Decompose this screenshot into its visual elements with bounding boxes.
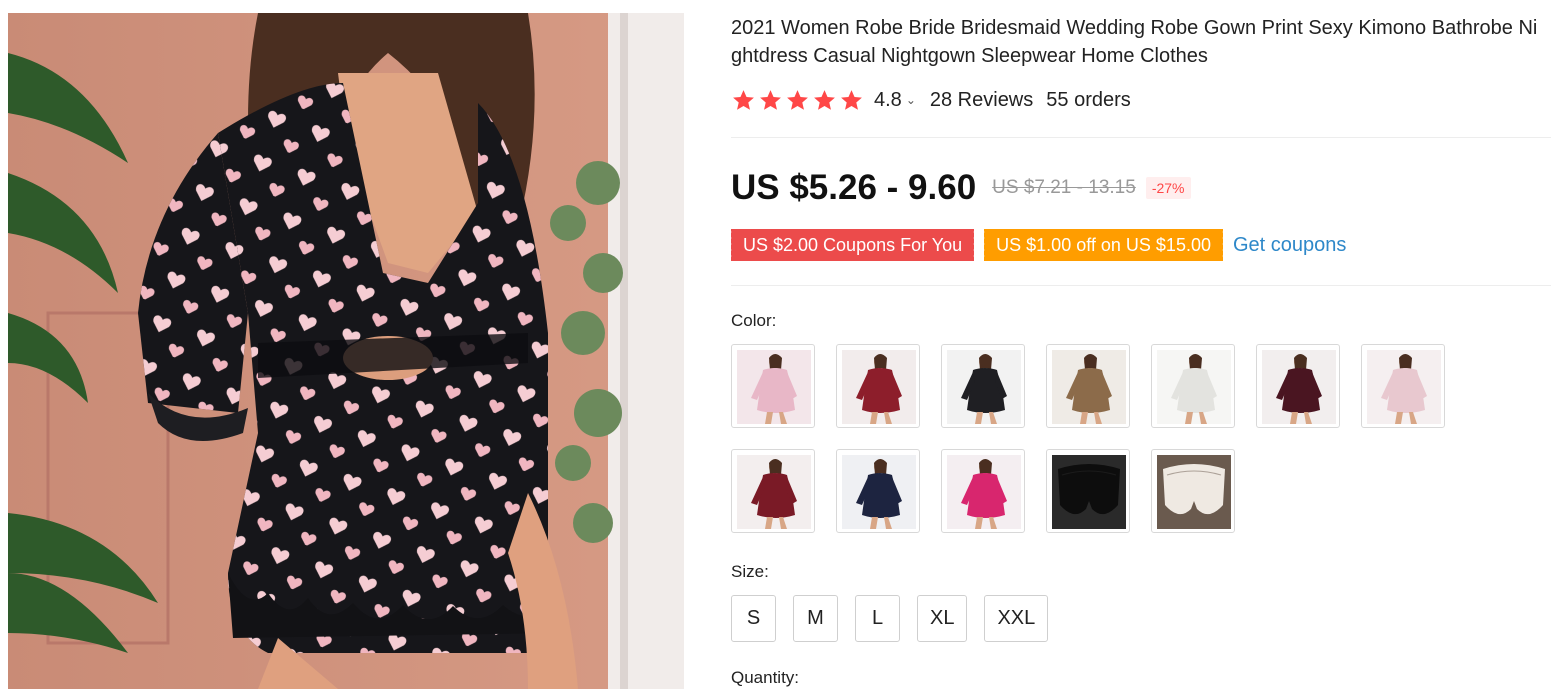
color-swatch-wine-red-robe[interactable] (731, 449, 815, 533)
select-coupon-tag[interactable]: US $1.00 off on US $15.00 (982, 229, 1225, 261)
chevron-down-icon[interactable]: ⌄ (906, 93, 916, 107)
swatch-thumbnail (842, 350, 916, 424)
color-swatch-navy-robe[interactable] (836, 449, 920, 533)
size-option-l[interactable]: L (855, 595, 900, 642)
current-price: US $5.26 - 9.60 (731, 168, 977, 207)
star-icon (760, 89, 781, 110)
price-row: US $5.26 - 9.60 US $7.21 - 13.15 -27% (731, 166, 1191, 210)
divider (731, 285, 1551, 286)
store-coupon-tag[interactable]: US $2.00 Coupons For You (728, 229, 977, 261)
swatch-thumbnail (947, 455, 1021, 529)
color-label: Color: (731, 311, 777, 330)
size-option-s[interactable]: S (731, 595, 776, 642)
swatch-thumbnail (737, 350, 811, 424)
rating-stars (731, 88, 864, 113)
swatch-thumbnail (1157, 350, 1231, 424)
size-label: Size: (731, 562, 769, 581)
product-title: 2021 Women Robe Bride Bridesmaid Wedding… (731, 17, 1538, 67)
swatch-thumbnail (1367, 350, 1441, 424)
swatch-thumbnail (947, 350, 1021, 424)
color-swatch-burgundy-robe[interactable] (1256, 344, 1340, 428)
rating-value[interactable]: 4.8 (874, 89, 902, 112)
star-icon (733, 89, 754, 110)
swatch-thumbnail (1262, 350, 1336, 424)
color-swatch-white-lace-shorts[interactable] (1151, 449, 1235, 533)
color-swatch-white-floral-robe[interactable] (1151, 344, 1235, 428)
swatch-thumbnail (1052, 455, 1126, 529)
get-coupons-link[interactable]: Get coupons (1233, 234, 1346, 257)
original-price: US $7.21 - 13.15 (992, 177, 1136, 198)
color-swatch-black-lace-shorts[interactable] (1046, 449, 1130, 533)
orders-count: 55 orders (1046, 88, 1131, 111)
product-photo (8, 13, 684, 689)
color-swatch-floral-pink-robe[interactable] (731, 344, 815, 428)
star-icon (787, 89, 808, 110)
divider (731, 137, 1551, 138)
swatch-thumbnail (1052, 350, 1126, 424)
size-option-xxl[interactable]: XXL (984, 595, 1049, 642)
color-swatch-red-print-robe[interactable] (836, 344, 920, 428)
quantity-label: Quantity: (731, 668, 800, 687)
discount-badge: -27% (1145, 177, 1191, 199)
reviews-link[interactable]: 28 Reviews (930, 89, 1033, 112)
size-option-m[interactable]: M (793, 595, 838, 642)
product-info-panel: 2021 Women Robe Bride Bridesmaid Wedding… (728, 0, 1551, 695)
color-swatch-leopard-robe[interactable] (1046, 344, 1130, 428)
color-swatch-black-heart-robe[interactable] (941, 344, 1025, 428)
coupon-row: US $2.00 Coupons For You US $1.00 off on… (728, 229, 1346, 261)
product-main-image[interactable] (8, 13, 684, 689)
swatch-thumbnail (842, 455, 916, 529)
swatch-thumbnail (737, 455, 811, 529)
size-option-xl[interactable]: XL (917, 595, 968, 642)
rating-row: 4.8 ⌄ 28 Reviews 55 orders (731, 86, 1131, 114)
star-icon (814, 89, 835, 110)
size-options: S M L XL XXL (731, 595, 1049, 642)
color-swatch-rose-red-robe[interactable] (941, 449, 1025, 533)
color-swatch-light-pink-robe[interactable] (1361, 344, 1445, 428)
star-icon (841, 89, 862, 110)
swatch-thumbnail (1157, 455, 1231, 529)
